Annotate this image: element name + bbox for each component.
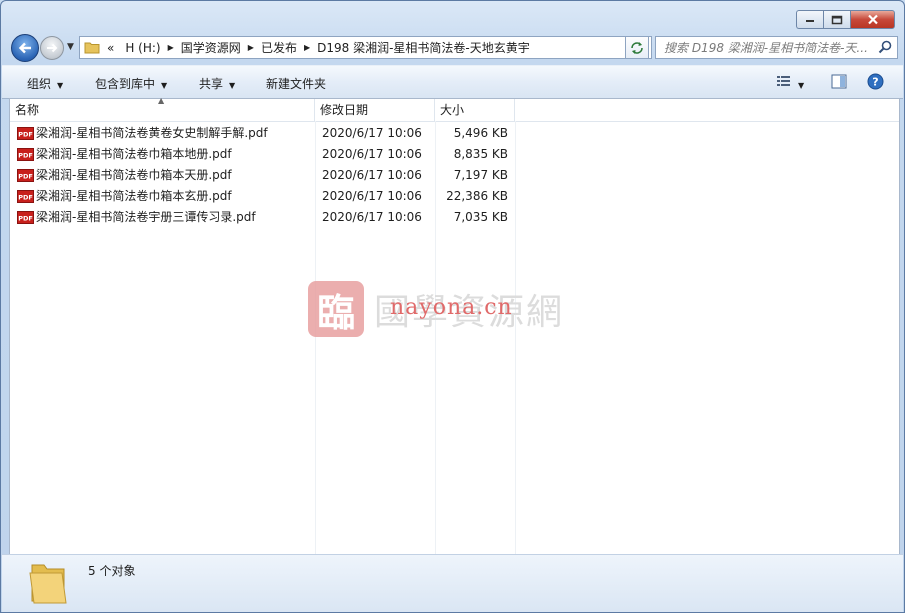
change-view-button[interactable]: ▼ [776,74,804,91]
breadcrumb-published[interactable]: 已发布 ▶ [254,39,310,56]
folder-icon [29,564,67,604]
file-size: 7,035 KB [453,210,508,224]
file-name: 梁湘润-星相书简法卷巾箱本玄册.pdf [36,189,232,203]
file-name: 梁湘润-星相书简法卷巾箱本地册.pdf [36,147,232,161]
file-size: 7,197 KB [453,168,508,182]
preview-pane-icon [831,74,847,89]
close-icon [867,14,878,25]
column-header-name[interactable]: ▲ 名称 [10,96,315,121]
navigation-bar: ▼ « H (H:) ▶ 国学资源网 ▶ 已发布 ▶ D198 梁湘润-星相书简法卷-… [9,34,898,62]
file-date: 2020/6/17 10:06 [322,168,422,182]
file-row[interactable]: PDF 梁湘润-星相书简法卷巾箱本地册.pdf 2020/6/17 10:06 8,8… [10,144,899,165]
file-row[interactable]: PDF 梁湘润-星相书简法卷宇册三谭传习录.pdf 2020/6/17 10:06 7… [10,207,899,228]
folder-icon [84,42,100,54]
file-name-cell[interactable]: PDF 梁湘润-星相书简法卷宇册三谭传习录.pdf [17,207,256,228]
file-name-cell[interactable]: PDF 梁湘润-星相书简法卷巾箱本玄册.pdf [17,186,232,207]
file-date: 2020/6/17 10:06 [322,147,422,161]
search-box[interactable] [655,36,898,59]
back-arrow-icon [18,42,31,54]
watermark-seal-logo: 臨 [308,281,364,337]
column-header-row: ▲ 名称 修改日期 大小 [10,96,899,122]
refresh-button[interactable] [625,36,649,59]
file-name: 梁湘润-星相书简法卷宇册三谭传习录.pdf [36,210,256,224]
search-input[interactable] [662,37,876,58]
help-icon: ? [867,73,884,90]
pdf-file-icon: PDF [17,169,34,182]
details-pane: 5 个对象 [2,554,903,612]
file-date: 2020/6/17 10:06 [322,126,422,140]
breadcrumb-guoxue[interactable]: 国学资源网 ▶ [174,39,254,56]
file-name-cell[interactable]: PDF 梁湘润-星相书简法卷巾箱本地册.pdf [17,144,232,165]
file-date: 2020/6/17 10:06 [322,210,422,224]
file-row[interactable]: PDF 梁湘润-星相书简法卷巾箱本天册.pdf 2020/6/17 10:06 7,1… [10,165,899,186]
pdf-file-icon: PDF [17,211,34,224]
breadcrumb-current-folder[interactable]: D198 梁湘润-星相书简法卷-天地玄黄宇 [310,39,537,56]
preview-pane-button[interactable] [831,74,847,92]
file-name: 梁湘润-星相书简法卷巾箱本天册.pdf [36,168,232,182]
view-list-icon [777,76,790,86]
svg-text:PDF: PDF [18,215,33,223]
svg-text:?: ? [872,76,878,89]
command-toolbar: 组织 ▼ 包含到库中 ▼ 共享 ▼ 新建文件夹 ▼ ? [2,65,903,99]
chevron-down-icon[interactable]: ▼ [798,81,804,90]
file-size: 5,496 KB [453,126,508,140]
file-name-cell[interactable]: PDF 梁湘润-星相书简法卷巾箱本天册.pdf [17,165,232,186]
watermark-url: nayona.cn [390,295,513,320]
search-icon[interactable] [878,40,892,54]
pdf-file-icon: PDF [17,148,34,161]
svg-text:PDF: PDF [18,131,33,139]
address-bar[interactable]: « H (H:) ▶ 国学资源网 ▶ 已发布 ▶ D198 梁湘润-星相书简法卷-天地… [79,36,652,59]
share-menu[interactable]: 共享 ▼ [199,75,235,92]
file-size: 22,386 KB [446,189,508,203]
svg-text:PDF: PDF [18,194,33,202]
sort-ascending-icon: ▲ [158,96,165,105]
maximize-button[interactable] [823,10,850,29]
file-row[interactable]: PDF 梁湘润-星相书简法卷巾箱本玄册.pdf 2020/6/17 10:06 22,… [10,186,899,207]
close-button[interactable] [850,10,895,29]
pdf-file-icon: PDF [17,190,34,203]
refresh-icon [631,41,643,54]
column-header-size[interactable]: 大小 [435,99,515,121]
watermark: 臨 國學資源網 nayona.cn [308,281,564,337]
maximize-icon [831,15,843,24]
new-folder-button[interactable]: 新建文件夹 [266,75,326,92]
breadcrumb-drive[interactable]: H (H:) ▶ [118,41,173,55]
file-row[interactable]: PDF 梁湘润-星相书简法卷黄卷女史制解手解.pdf 2020/6/17 10:06… [10,123,899,144]
minimize-button[interactable] [796,10,823,29]
help-button[interactable]: ? [867,73,884,93]
pdf-file-icon: PDF [17,127,34,140]
svg-text:PDF: PDF [18,173,33,181]
minimize-icon [806,19,814,22]
chevron-down-icon: ▼ [57,81,64,90]
chevron-down-icon: ▼ [229,81,236,90]
forward-button[interactable] [40,36,64,60]
file-date: 2020/6/17 10:06 [322,189,422,203]
svg-text:PDF: PDF [18,152,33,160]
file-list-view: ▲ 名称 修改日期 大小 PDF 梁湘润-星相书简法卷黄卷女史制解手解.pdf 20… [9,96,900,555]
chevron-down-icon: ▼ [161,81,168,90]
organize-menu[interactable]: 组织 ▼ [27,75,63,92]
item-count-text: 5 个对象 [88,564,136,578]
file-name-cell[interactable]: PDF 梁湘润-星相书简法卷黄卷女史制解手解.pdf [17,123,268,144]
caption-buttons [796,10,895,29]
explorer-window: ▼ « H (H:) ▶ 国学资源网 ▶ 已发布 ▶ D198 梁湘润-星相书简法卷-… [0,0,905,613]
back-button[interactable] [11,34,39,62]
forward-arrow-icon [47,43,58,53]
breadcrumb-overflow[interactable]: « [103,41,118,55]
recent-pages-dropdown-icon[interactable]: ▼ [67,42,74,52]
column-header-date[interactable]: 修改日期 [315,99,435,121]
file-size: 8,835 KB [453,147,508,161]
include-in-library-menu[interactable]: 包含到库中 ▼ [95,75,167,92]
file-name: 梁湘润-星相书简法卷黄卷女史制解手解.pdf [36,126,268,140]
